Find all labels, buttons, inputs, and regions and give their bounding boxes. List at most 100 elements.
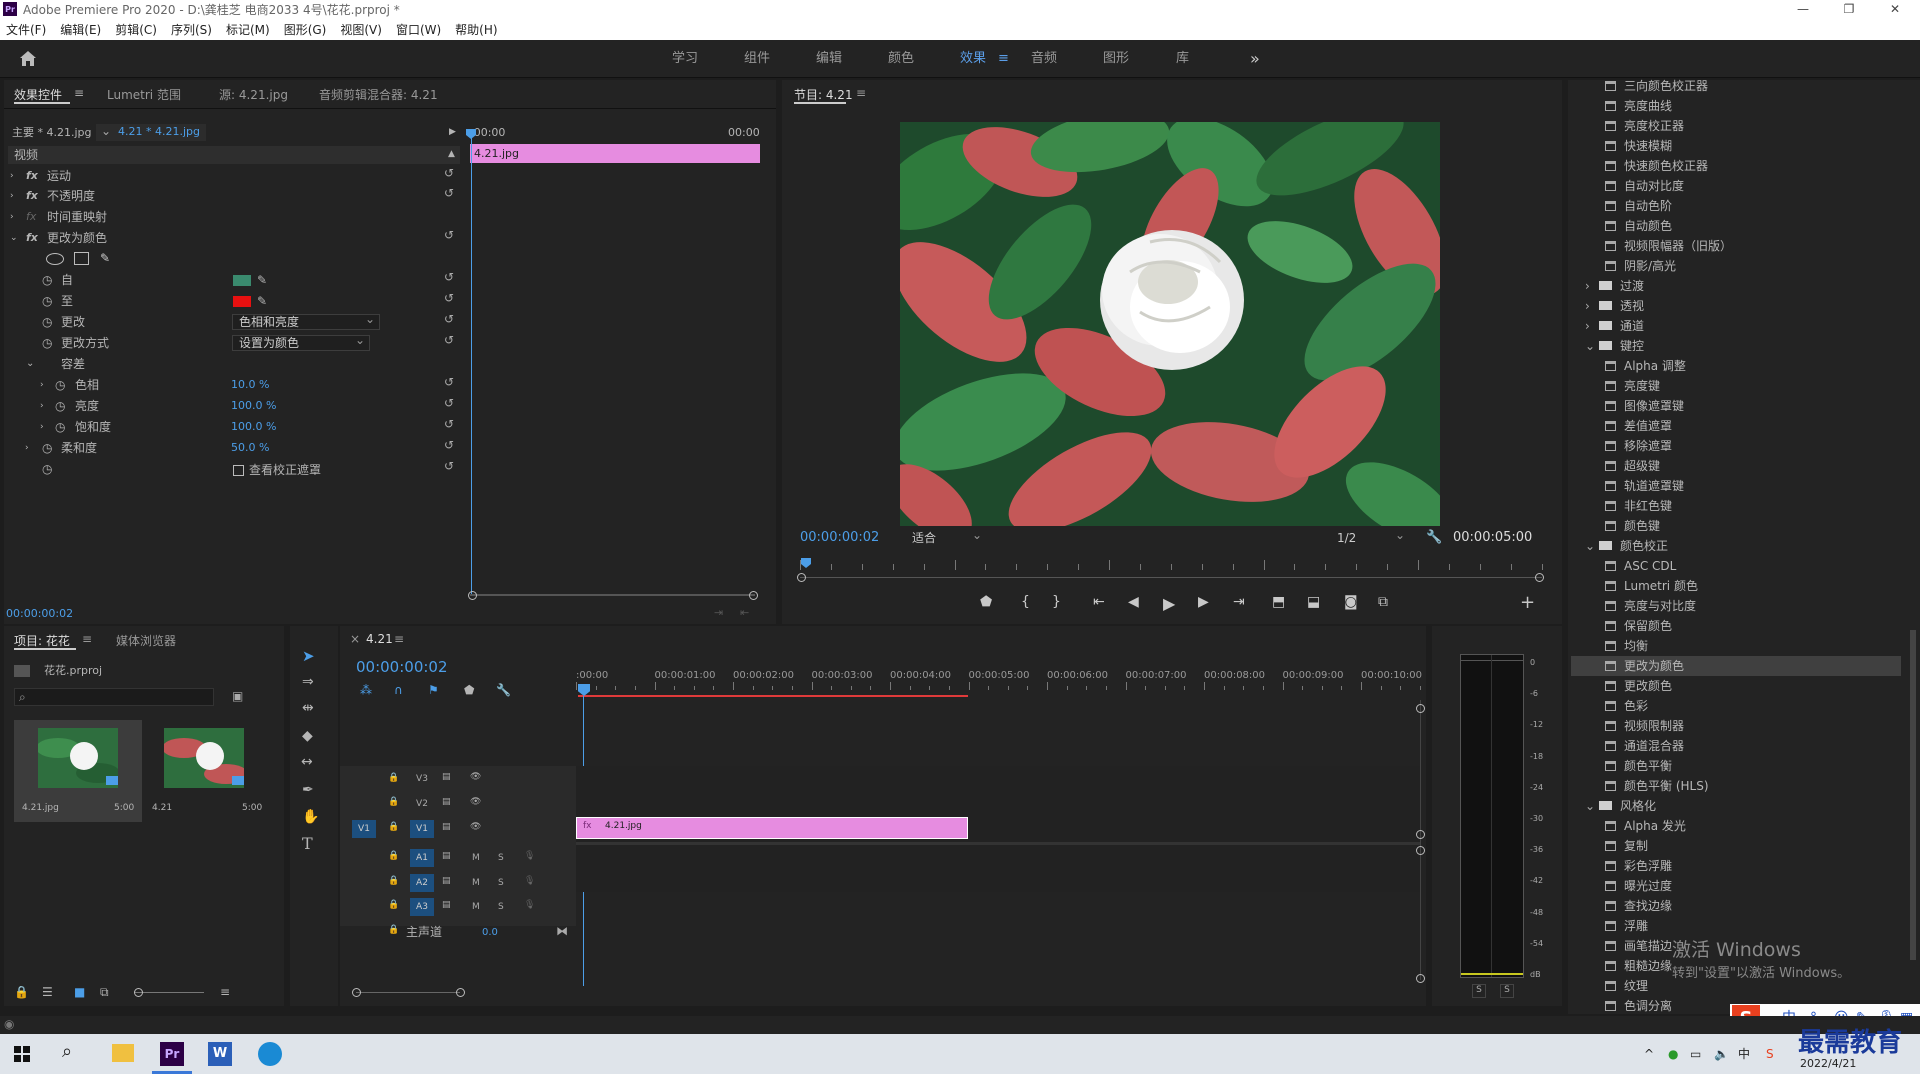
expand-icon[interactable]: ›	[40, 396, 44, 416]
lift-icon[interactable]: ⬒	[1272, 594, 1285, 610]
icon-view-icon[interactable]: ■	[74, 982, 85, 1002]
effects-folder[interactable]: › 透视	[1585, 296, 1644, 316]
expand-icon[interactable]: ›	[40, 375, 44, 395]
workspace-menu-icon[interactable]: ≡	[998, 40, 1009, 78]
ec-playhead[interactable]	[471, 136, 472, 596]
close-button[interactable]: ✕	[1872, 0, 1918, 18]
slip-tool-icon[interactable]: ↔	[301, 752, 313, 772]
sort-icon[interactable]: ≡	[220, 982, 230, 1002]
hscroll-handle-left[interactable]	[352, 988, 361, 997]
solo-button[interactable]: S	[498, 853, 504, 863]
edge-icon[interactable]	[258, 1042, 282, 1066]
eye-icon[interactable]: 👁	[470, 822, 481, 832]
pen-mask-icon[interactable]: ✎	[100, 248, 110, 268]
word-icon[interactable]: W	[208, 1042, 232, 1066]
sync-lock-icon[interactable]: ▤	[442, 822, 451, 832]
collapse-icon[interactable]: ⌄	[26, 354, 34, 374]
selection-tool-icon[interactable]: ➤	[302, 646, 315, 666]
panel-menu-icon[interactable]: ≡	[82, 632, 92, 646]
track-label-a3[interactable]: A3	[410, 898, 434, 916]
windows-start-icon[interactable]	[14, 1046, 30, 1062]
change-dropdown[interactable]: 色相和亮度	[232, 312, 380, 330]
workspace-audio[interactable]: 音频	[1031, 40, 1057, 78]
play-only-clip-icon[interactable]: ▶	[449, 122, 456, 142]
microphone-icon[interactable]: 🎙	[524, 900, 535, 910]
workspace-learn[interactable]: 学习	[672, 40, 698, 78]
reset-icon[interactable]: ↺	[444, 186, 454, 200]
mute-button[interactable]: M	[472, 902, 480, 912]
add-marker-icon[interactable]: ⬟	[980, 594, 992, 610]
workspace-graphics[interactable]: 图形	[1103, 40, 1129, 78]
ripple-edit-tool-icon[interactable]: ⇹	[302, 698, 314, 718]
reset-icon[interactable]: ↺	[444, 270, 454, 284]
menu-edit[interactable]: 编辑(E)	[60, 21, 101, 38]
effect-item[interactable]: 颜色平衡 (HLS)	[1605, 776, 1709, 796]
expand-icon[interactable]: ›	[25, 438, 29, 458]
track-select-tool-icon[interactable]: ⇒	[302, 672, 314, 692]
track-label-a2[interactable]: A2	[410, 874, 434, 892]
eyedropper-icon[interactable]: ✎	[257, 270, 267, 290]
effect-item[interactable]: 颜色平衡	[1605, 756, 1672, 776]
comparison-view-icon[interactable]: ⧉	[1378, 594, 1388, 610]
menu-window[interactable]: 窗口(W)	[396, 21, 441, 38]
stopwatch-icon[interactable]: ◷	[55, 417, 65, 437]
sync-lock-icon[interactable]: ▤	[442, 797, 451, 807]
track-lock-icon[interactable]: 🔒	[388, 876, 399, 886]
effects-folder[interactable]: ⌄ 颜色校正	[1585, 536, 1668, 556]
expand-icon[interactable]: ›	[40, 417, 44, 437]
add-marker-icon[interactable]: ⬟	[464, 680, 474, 700]
volume-icon[interactable]: 🔈	[1714, 1044, 1729, 1064]
effect-item[interactable]: 自动色阶	[1605, 196, 1672, 216]
microphone-icon[interactable]: 🎙	[524, 876, 535, 886]
effect-item[interactable]: 亮度曲线	[1605, 96, 1672, 116]
workspace-color[interactable]: 颜色	[888, 40, 914, 78]
effect-item[interactable]: 阴影/高光	[1605, 256, 1676, 276]
track-label-v2[interactable]: V2	[410, 795, 434, 813]
workspace-libraries[interactable]: 库	[1176, 40, 1189, 78]
tab-lumetri-scopes[interactable]: Lumetri 范围	[107, 86, 181, 103]
stopwatch-icon[interactable]: ◷	[42, 291, 52, 311]
project-item-sequence[interactable]: 4.21 5:00	[150, 720, 268, 822]
effect-item[interactable]: 亮度校正器	[1605, 116, 1684, 136]
nest-icon[interactable]: ⁂	[360, 680, 372, 700]
stopwatch-icon[interactable]: ◷	[42, 438, 52, 458]
program-video-frame[interactable]	[900, 122, 1440, 526]
mute-button[interactable]: M	[472, 878, 480, 888]
tray-app-icon[interactable]: ●	[1668, 1044, 1678, 1064]
mute-button[interactable]: M	[472, 853, 480, 863]
expand-icon[interactable]: ›	[10, 186, 14, 206]
menu-help[interactable]: 帮助(H)	[455, 21, 497, 38]
effect-item[interactable]: 超级键	[1605, 456, 1660, 476]
effect-item[interactable]: 复制	[1605, 836, 1648, 856]
program-scrub-bar[interactable]	[800, 577, 1542, 578]
fx-icon[interactable]: fx	[26, 186, 38, 206]
track-lock-icon[interactable]: 🔒	[388, 773, 399, 783]
program-zoom-handle-right[interactable]	[1535, 573, 1544, 582]
fit-dropdown[interactable]: 适合	[905, 528, 987, 546]
effect-item[interactable]: Alpha 发光	[1605, 816, 1686, 836]
program-monitor-title[interactable]: 节目: 4.21	[794, 86, 853, 103]
stopwatch-icon[interactable]: ◷	[42, 333, 52, 353]
timeline-hscroll[interactable]	[356, 992, 460, 993]
track-lock-icon[interactable]: 🔒	[388, 925, 399, 935]
saturation-value[interactable]: 100.0 %	[231, 417, 276, 437]
effect-item[interactable]: 自动对比度	[1605, 176, 1684, 196]
effect-item[interactable]: 纹理	[1605, 976, 1648, 996]
zoom-slider[interactable]	[134, 992, 204, 993]
effect-item[interactable]: 三向颜色校正器	[1605, 76, 1708, 96]
vscroll-handle-mid2[interactable]	[1416, 846, 1425, 855]
sync-lock-icon[interactable]: ▤	[442, 876, 451, 886]
list-view-icon[interactable]: ☰	[42, 982, 53, 1002]
expand-icon[interactable]: ›	[10, 166, 14, 186]
track-label-v3[interactable]: V3	[410, 770, 434, 788]
stopwatch-icon[interactable]: ◷	[42, 312, 52, 332]
from-color-swatch[interactable]	[233, 275, 251, 286]
project-item-selected[interactable]: 4.21.jpg 5:00	[14, 720, 142, 822]
vscroll-handle-top[interactable]	[1416, 704, 1425, 713]
master-to-end-icon[interactable]: ⧓	[556, 921, 568, 941]
go-to-out-icon[interactable]: ⇥	[1233, 594, 1245, 610]
menu-file[interactable]: 文件(F)	[6, 21, 46, 38]
track-label-v1[interactable]: V1	[410, 820, 434, 838]
effect-item[interactable]: 快速模糊	[1605, 136, 1672, 156]
linked-selection-icon[interactable]: ⚑	[428, 680, 439, 700]
